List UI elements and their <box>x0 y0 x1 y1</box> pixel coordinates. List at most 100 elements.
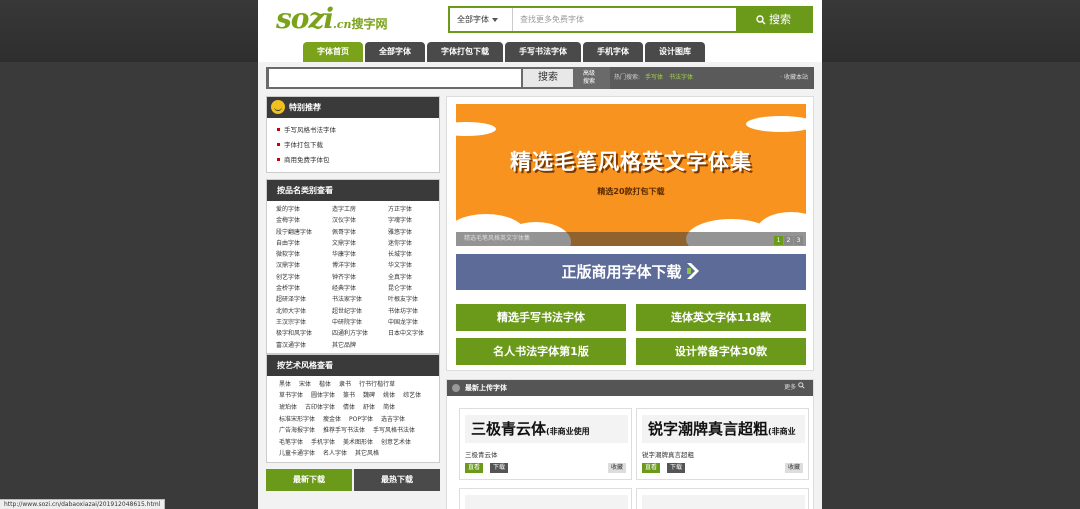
brand-link[interactable]: 富汉通字体 <box>276 340 332 351</box>
brand-link[interactable]: 超研泽字体 <box>276 294 332 305</box>
tab-handwriting[interactable]: 手写书法字体 <box>505 42 581 62</box>
design-essentials-button[interactable]: 设计常备字体30款 <box>636 338 806 365</box>
style-link[interactable]: 姚体 <box>383 390 395 402</box>
search-input[interactable]: 查找更多免费字体 <box>520 8 735 31</box>
brand-link[interactable]: 佩哥字体 <box>332 227 388 238</box>
font-card[interactable] <box>636 488 809 509</box>
style-link[interactable]: 儿童卡通字体 <box>279 448 315 460</box>
list-item[interactable]: 手写风格书法字体 <box>277 123 439 138</box>
style-link[interactable]: 琥珀体 <box>279 402 297 414</box>
style-link[interactable]: 综艺体 <box>403 390 421 402</box>
style-link[interactable]: 宋体 <box>299 379 311 391</box>
download-button[interactable]: 下载 <box>667 463 685 473</box>
style-link[interactable]: 推荐手写书法体 <box>323 425 365 437</box>
style-link[interactable]: 美术图形体 <box>343 437 373 449</box>
font-card[interactable]: 三极青云体(非商业使用 三极青云体 直看 下载 收藏 <box>459 408 632 480</box>
brand-link[interactable]: 字魂字体 <box>388 215 444 226</box>
banner-slide[interactable]: 精选毛笔风格英文字体集 精选20款打包下载 精选毛笔风格英文字体集 123 <box>456 104 806 246</box>
tab-font-home[interactable]: 字体首页 <box>303 42 363 62</box>
brand-link[interactable]: 微软字体 <box>276 249 332 260</box>
style-link[interactable]: 倩体 <box>343 402 355 414</box>
style-link[interactable]: 魏碑 <box>363 390 375 402</box>
bookmark-site-link[interactable]: · 收藏本站 <box>780 67 808 89</box>
slide-page-button[interactable]: 2 <box>784 236 793 245</box>
brand-link[interactable]: 昆仑字体 <box>388 283 444 294</box>
brand-link[interactable]: 书体坊字体 <box>388 306 444 317</box>
style-link[interactable]: 舒体 <box>363 402 375 414</box>
site-logo[interactable]: sozi.cn搜字网 <box>276 2 388 35</box>
style-link[interactable]: 篆书 <box>343 390 355 402</box>
tab-font-packs[interactable]: 字体打包下载 <box>427 42 503 62</box>
tab-hot-downloads[interactable]: 最热下载 <box>354 469 440 492</box>
brand-link[interactable]: 汉鼎字体 <box>276 260 332 271</box>
brand-link[interactable]: 造字工房 <box>332 204 388 215</box>
secondary-search-input[interactable] <box>269 69 521 87</box>
brand-link[interactable]: 博洋字体 <box>332 260 388 271</box>
tab-latest-downloads[interactable]: 最新下载 <box>266 469 352 492</box>
style-link[interactable]: 名人字体 <box>323 448 347 460</box>
style-link[interactable]: 标准宋形字体 <box>279 414 315 426</box>
brand-link[interactable]: 华康字体 <box>332 249 388 260</box>
brand-link[interactable]: 叶根友字体 <box>388 294 444 305</box>
secondary-search-button[interactable]: 搜索 <box>523 69 573 87</box>
style-link[interactable]: 黑体 <box>279 379 291 391</box>
style-link[interactable]: 广告海报字体 <box>279 425 315 437</box>
brand-link[interactable]: 长城字体 <box>388 249 444 260</box>
search-category-select[interactable]: 全部字体 <box>450 8 513 31</box>
brand-link[interactable]: 文鼎字体 <box>332 238 388 249</box>
brand-link[interactable]: 四通利方字体 <box>332 328 388 339</box>
favorite-button[interactable]: 收藏 <box>785 463 803 473</box>
brand-link[interactable]: 全真字体 <box>388 272 444 283</box>
style-link[interactable]: 圆体字体 <box>311 390 335 402</box>
list-item[interactable]: 字体打包下载 <box>277 138 439 153</box>
style-link[interactable]: 手写风格书法体 <box>373 425 415 437</box>
english-script-button[interactable]: 连体英文字体118款 <box>636 304 806 331</box>
search-button[interactable]: 搜索 <box>736 8 811 31</box>
slide-page-button[interactable]: 1 <box>774 236 783 245</box>
brand-link[interactable]: 汉仪字体 <box>332 215 388 226</box>
favorite-button[interactable]: 收藏 <box>608 463 626 473</box>
brand-link[interactable]: 书法家字体 <box>332 294 388 305</box>
brand-link[interactable]: 爱的字体 <box>276 204 332 215</box>
advanced-search-link[interactable]: 高级 搜索 <box>578 70 600 86</box>
font-card[interactable] <box>459 488 632 509</box>
style-link[interactable]: 选吉字体 <box>381 414 405 426</box>
slide-page-button[interactable]: 3 <box>794 236 803 245</box>
tab-design-gallery[interactable]: 设计图库 <box>645 42 705 62</box>
hot-keyword[interactable]: 书法字体 <box>669 74 693 81</box>
preview-button[interactable]: 直看 <box>642 463 660 473</box>
style-link[interactable]: POP字体 <box>349 414 373 426</box>
style-link[interactable]: 古印体字体 <box>305 402 335 414</box>
brand-link[interactable]: 中国龙字体 <box>388 317 444 328</box>
brand-link[interactable]: 雅悠字体 <box>388 227 444 238</box>
style-link[interactable]: 楷体 <box>319 379 331 391</box>
brand-link[interactable]: 金梅字体 <box>276 215 332 226</box>
handwriting-fonts-button[interactable]: 精选手写书法字体 <box>456 304 626 331</box>
more-link[interactable]: 更多 <box>784 380 805 396</box>
celebrity-calligraphy-button[interactable]: 名人书法字体第1版 <box>456 338 626 365</box>
brand-link[interactable]: 日本中文字体 <box>388 328 444 339</box>
brand-link[interactable]: 华文字体 <box>388 260 444 271</box>
brand-link[interactable]: 王汉宗字体 <box>276 317 332 328</box>
style-link[interactable]: 创意艺术体 <box>381 437 411 449</box>
brand-link[interactable]: 段宁翻唐字体 <box>276 227 332 238</box>
brand-link[interactable]: 超世纪字体 <box>332 306 388 317</box>
hot-keyword[interactable]: 手写体 <box>645 74 663 81</box>
style-link[interactable]: 瘦金体 <box>323 414 341 426</box>
style-link[interactable]: 其它风格 <box>355 448 379 460</box>
brand-link[interactable]: 经典字体 <box>332 283 388 294</box>
tab-all-fonts[interactable]: 全部字体 <box>365 42 425 62</box>
tab-mobile-fonts[interactable]: 手机字体 <box>583 42 643 62</box>
font-card[interactable]: 锐字潮牌真言超粗(非商业 锐字潮牌真言超粗 直看 下载 收藏 <box>636 408 809 480</box>
style-link[interactable]: 草书字体 <box>279 390 303 402</box>
commercial-fonts-banner[interactable]: 正版商用字体下载 <box>456 254 806 290</box>
style-link[interactable]: 隶书 <box>339 379 351 391</box>
brand-link[interactable]: 方正字体 <box>388 204 444 215</box>
style-link[interactable]: 手机字体 <box>311 437 335 449</box>
brand-link[interactable]: 创艺字体 <box>276 272 332 283</box>
brand-link[interactable]: 极字和风字体 <box>276 328 332 339</box>
style-link[interactable]: 行书行楷行草 <box>359 379 395 391</box>
brand-link[interactable]: 迷你字体 <box>388 238 444 249</box>
preview-button[interactable]: 直看 <box>465 463 483 473</box>
brand-link[interactable]: 其它品牌 <box>332 340 388 351</box>
